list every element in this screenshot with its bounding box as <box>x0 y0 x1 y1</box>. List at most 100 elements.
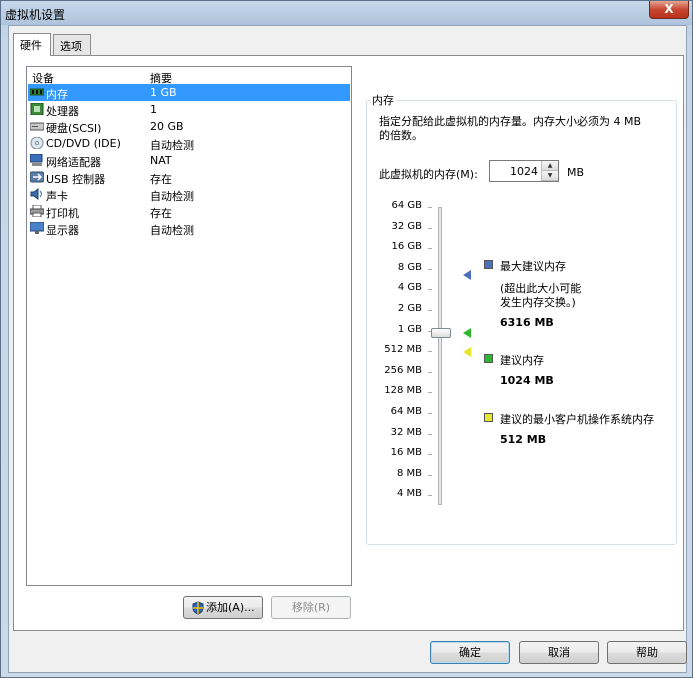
device-name: 声卡 <box>46 190 68 203</box>
sound-card-icon <box>30 188 42 200</box>
memory-scale-tick <box>428 474 432 476</box>
add-device-label: 添加(A)... <box>206 601 255 614</box>
hardware-tab-page: 设备 摘要 内存 1 GB 处理器 1 硬盘(SCSI) 20 GB CD/DV… <box>13 55 684 631</box>
printer-icon <box>30 205 44 217</box>
memory-scale-label: 512 MB <box>384 344 422 356</box>
max-recommended-value: 6316 MB <box>500 316 554 329</box>
memory-scale-label: 64 MB <box>390 406 422 417</box>
device-name: 硬盘(SCSI) <box>46 122 102 135</box>
max-recommended-marker-icon <box>463 270 471 280</box>
memory-unit-label: MB <box>567 166 585 179</box>
cancel-button[interactable]: 取消 <box>519 641 599 664</box>
device-row-usb-controller[interactable]: USB 控制器 存在 <box>28 169 350 186</box>
ok-button[interactable]: 确定 <box>430 641 510 664</box>
recommended-marker-icon <box>463 328 471 338</box>
memory-scale-label: 32 MB <box>390 426 422 438</box>
memory-description-line2: 的倍数。 <box>379 129 423 142</box>
memory-scale-tick <box>428 454 432 456</box>
vm-settings-window: 虚拟机设置 X 硬件 选项 设备 摘要 内存 1 GB 处理器 1 硬盘(SCS… <box>0 0 693 678</box>
device-name: 显示器 <box>46 224 79 237</box>
max-recommended-label: 最大建议内存 <box>500 260 566 273</box>
device-list[interactable]: 设备 摘要 内存 1 GB 处理器 1 硬盘(SCSI) 20 GB CD/DV… <box>26 66 352 586</box>
usb-icon <box>30 171 44 183</box>
memory-scale-tick <box>428 227 432 229</box>
max-recommended-note-line2: 发生内存交换。) <box>500 296 576 309</box>
device-name: USB 控制器 <box>46 173 106 186</box>
memory-scale-label: 8 MB <box>396 467 422 479</box>
spin-down-icon[interactable]: ▼ <box>542 171 558 181</box>
memory-input[interactable]: 1024 ▲ ▼ <box>489 160 559 182</box>
cd-dvd-icon <box>30 137 44 149</box>
memory-scale-tick <box>428 413 432 414</box>
device-row-hard-disk[interactable]: 硬盘(SCSI) 20 GB <box>28 118 350 135</box>
device-summary: 1 <box>150 103 157 116</box>
remove-device-button[interactable]: 移除(R) <box>271 596 351 619</box>
tab-options[interactable]: 选项 <box>53 34 91 55</box>
device-name: CD/DVD (IDE) <box>46 137 121 150</box>
device-summary: 自动检测 <box>150 224 194 237</box>
min-recommended-value: 512 MB <box>500 433 547 446</box>
memory-scale-tick <box>428 433 432 435</box>
add-device-button[interactable]: 添加(A)... <box>183 596 263 619</box>
memory-scale-label: 2 GB <box>397 303 422 314</box>
device-summary: 存在 <box>150 207 172 220</box>
display-icon <box>30 222 44 234</box>
device-row-memory[interactable]: 内存 1 GB <box>28 84 350 101</box>
memory-icon <box>30 88 44 96</box>
device-row-network-adapter[interactable]: 网络适配器 NAT <box>28 152 350 169</box>
min-recommended-marker-icon <box>463 347 471 357</box>
device-summary: 1 GB <box>150 86 177 99</box>
memory-scale-label: 32 GB <box>391 220 422 232</box>
device-list-header: 设备 摘要 <box>27 67 351 85</box>
memory-scale-label: 8 GB <box>397 261 422 273</box>
device-summary: 存在 <box>150 173 172 186</box>
device-summary: NAT <box>150 154 172 167</box>
title-bar[interactable]: 虚拟机设置 X <box>1 1 692 25</box>
close-button[interactable]: X <box>649 1 689 19</box>
device-row-processor[interactable]: 处理器 1 <box>28 101 350 118</box>
memory-scale-tick <box>428 268 432 270</box>
memory-scale-label: 16 MB <box>390 447 422 459</box>
device-summary: 自动检测 <box>150 139 194 152</box>
device-row-cd-dvd[interactable]: CD/DVD (IDE) 自动检测 <box>28 135 350 152</box>
memory-slider-track[interactable] <box>438 207 442 505</box>
memory-scale-tick <box>428 289 432 291</box>
device-name: 内存 <box>46 88 68 101</box>
client-area: 硬件 选项 设备 摘要 内存 1 GB 处理器 1 硬盘(SCSI) 20 GB… <box>8 25 687 673</box>
device-row-sound-card[interactable]: 声卡 自动检测 <box>28 186 350 203</box>
memory-scale-tick <box>428 351 432 353</box>
memory-scale-tick <box>428 207 432 208</box>
processor-icon <box>30 103 44 115</box>
max-recommended-legend-icon <box>484 260 493 269</box>
min-recommended-legend-icon <box>484 413 493 422</box>
help-button[interactable]: 帮助 <box>607 641 687 664</box>
memory-scale-tick <box>428 392 432 394</box>
device-name: 网络适配器 <box>46 156 101 169</box>
device-name: 处理器 <box>46 105 79 118</box>
min-recommended-label: 建议的最小客户机操作系统内存 <box>500 413 654 426</box>
memory-scale-tick <box>428 310 432 311</box>
device-row-display[interactable]: 显示器 自动检测 <box>28 220 350 237</box>
spin-up-icon[interactable]: ▲ <box>542 161 558 171</box>
device-summary: 20 GB <box>150 120 184 133</box>
recommended-value: 1024 MB <box>500 374 554 387</box>
window-title: 虚拟机设置 <box>5 8 66 22</box>
memory-scale-tick <box>428 371 432 373</box>
memory-scale-label: 4 GB <box>397 282 422 294</box>
memory-scale-tick <box>428 495 432 497</box>
recommended-legend-icon <box>484 354 493 363</box>
memory-scale-label: 1 GB <box>397 323 422 335</box>
hard-disk-icon <box>30 122 44 131</box>
memory-spinner: ▲ ▼ <box>541 161 558 181</box>
memory-scale-label: 4 MB <box>396 488 422 500</box>
memory-slider-thumb[interactable] <box>431 328 451 338</box>
memory-input-value: 1024 <box>510 165 538 178</box>
memory-scale-label: 64 GB <box>391 200 422 211</box>
memory-scale-label: 256 MB <box>384 364 422 376</box>
device-summary: 自动检测 <box>150 190 194 203</box>
tab-hardware[interactable]: 硬件 <box>13 33 51 56</box>
device-row-printer[interactable]: 打印机 存在 <box>28 203 350 220</box>
memory-scale-label: 16 GB <box>391 241 422 253</box>
device-name: 打印机 <box>46 207 79 220</box>
memory-scale-tick <box>428 248 432 250</box>
